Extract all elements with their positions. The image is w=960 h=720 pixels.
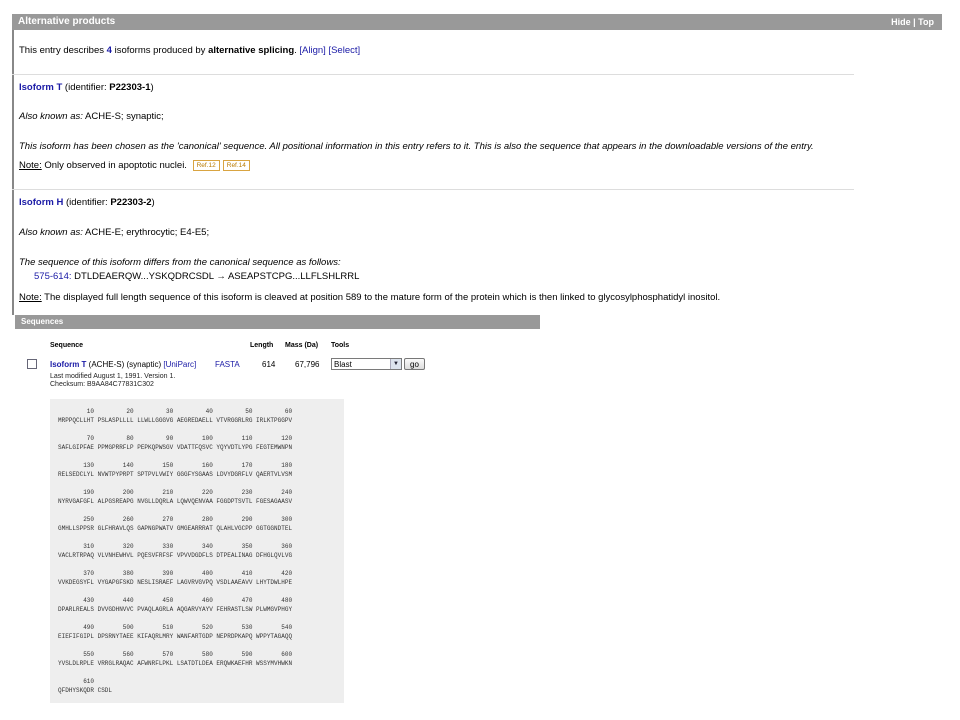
differs-text: The sequence of this isoform differs fro… [19, 257, 341, 268]
identifier-label: (identifier: [63, 197, 111, 208]
intro-text: This entry describes [19, 45, 107, 56]
note-label: Note: [19, 160, 42, 172]
identifier-label: (identifier: [62, 82, 110, 93]
isoform-h-identifier: P22303-2 [110, 197, 152, 208]
sequence-position-numbers: 250 260 270 280 290 300 [58, 516, 293, 523]
sequence-position-numbers: 10 20 30 40 50 60 [58, 408, 293, 415]
sequence-position-numbers: 310 320 330 340 350 360 [58, 543, 293, 550]
isoform-t-identifier: P22303-1 [109, 82, 151, 93]
select-link[interactable]: [Select] [328, 45, 360, 56]
select-checkbox[interactable] [27, 359, 37, 369]
divider [12, 189, 854, 190]
header-tools: Hide | Top [891, 14, 934, 30]
hide-link[interactable]: Hide [891, 17, 911, 27]
col-mass: Mass (Da) [285, 342, 319, 349]
isoform-h-link[interactable]: Isoform H [19, 197, 63, 208]
isoform-desc: (ACHE-S) (synaptic) [86, 360, 164, 369]
length-value: 614 [262, 360, 276, 369]
aka-label: Also known as: [19, 227, 83, 238]
note-text: The displayed full length sequence of th… [41, 292, 721, 303]
isoform-t-sequence-link[interactable]: Isoform T [50, 360, 86, 369]
col-sequence: Sequence [50, 342, 84, 349]
alternative-products-header: Alternative products Hide | Top [12, 14, 942, 30]
divider [12, 74, 854, 75]
sequence-residues: RELSEDCLYL NVWTPYPRPT SPTPVLVWIY GGGFYSG… [58, 471, 293, 478]
sequence-position-numbers: 490 500 510 520 530 540 [58, 624, 293, 631]
sequence-position-numbers: 190 200 210 220 230 240 [58, 489, 293, 496]
go-button[interactable]: go [404, 358, 425, 370]
col-length: Length [250, 342, 274, 349]
aka-values: ACHE-E; erythrocytic; E4-E5; [82, 227, 210, 238]
sequence-residues: QFDHYSKQDR CSDL [58, 687, 113, 694]
sequence-residues: DPARLREALS DVVGDHNVVC PVAQLAGRLA AQGARVY… [58, 606, 293, 613]
sequence-position-numbers: 70 80 90 100 110 120 [58, 435, 293, 442]
ref-14-badge[interactable]: Ref.14 [222, 160, 250, 171]
sequence-residues: VACLRTRPAQ VLVNHEWHVL PQESVFRFSF VPVVDGD… [58, 552, 293, 559]
sequence-position-numbers: 370 380 390 400 410 420 [58, 570, 293, 577]
separator: | [913, 17, 916, 27]
mass-value: 67,796 [295, 360, 320, 369]
sequence-residues: EIEFIFGIPL DPSRNYTAEE KIFAQRLMRY WANFART… [58, 633, 293, 640]
note-text: Only observed in apoptotic nuclei. [41, 160, 187, 172]
paren-close: ) [151, 197, 155, 208]
fasta-link[interactable]: FASTA [215, 360, 240, 369]
sequence-residues: MRPPQCLLHT PSLASPLLLL LLWLLGGGVG AEGREDA… [58, 417, 293, 424]
isoform-h-heading: Isoform H (identifier: P22303-2) [19, 197, 155, 208]
chevron-down-icon[interactable]: ▼ [390, 359, 401, 369]
sequence-row-label: Isoform T (ACHE-S) (synaptic) [UniParc] [50, 360, 196, 369]
col-tools: Tools [331, 342, 350, 349]
section-title: Sequences [21, 317, 64, 326]
align-link[interactable]: [Align] [299, 45, 325, 56]
note-label: Note: [19, 292, 42, 303]
variant-range-link[interactable]: 575-614: [34, 271, 72, 282]
sequence-position-numbers: 610 [58, 678, 95, 685]
last-modified: Last modified August 1, 1991. Version 1. [50, 373, 176, 380]
isoform-t-note: Note: Only observed in apoptotic nuclei.… [19, 160, 250, 171]
sequence-residues: SAFLGIPFAE PPMGPRRFLP PEPKQPWSGV VDATTFQ… [58, 444, 293, 451]
section-title: Alternative products [18, 16, 116, 27]
sequence-residues: VVKDEGSYFL VYGAPGFSKD NESLISRAEF LAGVRVG… [58, 579, 293, 586]
aka-values: ACHE-S; synaptic; [82, 111, 164, 122]
splicing-mechanism: alternative splicing [208, 45, 295, 56]
sequence-position-numbers: 430 440 450 460 470 480 [58, 597, 293, 604]
variant-text: DTLDEAERQW...YSKQDRCSDL → ASEAPSTCPG...L… [71, 271, 360, 282]
isoform-t-heading: Isoform T (identifier: P22303-1) [19, 82, 154, 93]
sequence-residues: NYRVGAFGFL ALPGSREAPG NVGLLDQRLA LQWVQEN… [58, 498, 293, 505]
checksum: Checksum: B9AA84C77831C302 [50, 381, 154, 388]
isoform-h-variant: 575-614: DTLDEAERQW...YSKQDRCSDL → ASEAP… [34, 271, 359, 282]
sequence-residues: GMHLLSPPSR GLFHRAVLQS GAPNGPWATV GMGEARR… [58, 525, 293, 532]
isoform-t-aka: Also known as: ACHE-S; synaptic; [19, 111, 164, 122]
isoform-h-note: Note: The displayed full length sequence… [19, 292, 720, 303]
sequence-residues: YVSLDLRPLE VRRGLRAQAC AFWNRFLPKL LSATDTL… [58, 660, 293, 667]
fasta-link-text[interactable]: FASTA [215, 360, 240, 369]
tool-select[interactable]: Blast ▼ [331, 358, 402, 370]
canonical-text: This isoform has been chosen as the 'can… [19, 141, 814, 152]
ref-12-badge[interactable]: Ref.12 [192, 160, 220, 171]
intro-period: . [294, 45, 297, 56]
aka-label: Also known as: [19, 111, 83, 122]
sequence-position-numbers: 130 140 150 160 170 180 [58, 462, 293, 469]
isoform-h-differs: The sequence of this isoform differs fro… [19, 257, 341, 268]
sequence-position-numbers: 550 560 570 580 590 600 [58, 651, 293, 658]
top-link[interactable]: Top [918, 17, 934, 27]
uniparc-link[interactable]: [UniParc] [163, 360, 196, 369]
paren-close: ) [150, 82, 154, 93]
tool-select-value: Blast [334, 360, 352, 369]
isoform-h-aka: Also known as: ACHE-E; erythrocytic; E4-… [19, 227, 209, 238]
left-rule [12, 30, 14, 315]
sequence-box: 10 20 30 40 50 60 MRPPQCLLHT PSLASPLLLL L… [50, 399, 344, 703]
isoforms-intro: This entry describes 4 isoforms produced… [19, 45, 360, 56]
isoform-t-link[interactable]: Isoform T [19, 82, 62, 93]
sequences-header: Sequences [15, 315, 540, 329]
intro-text-mid: isoforms produced by [111, 45, 209, 56]
isoform-t-canonical: This isoform has been chosen as the 'can… [19, 141, 814, 152]
